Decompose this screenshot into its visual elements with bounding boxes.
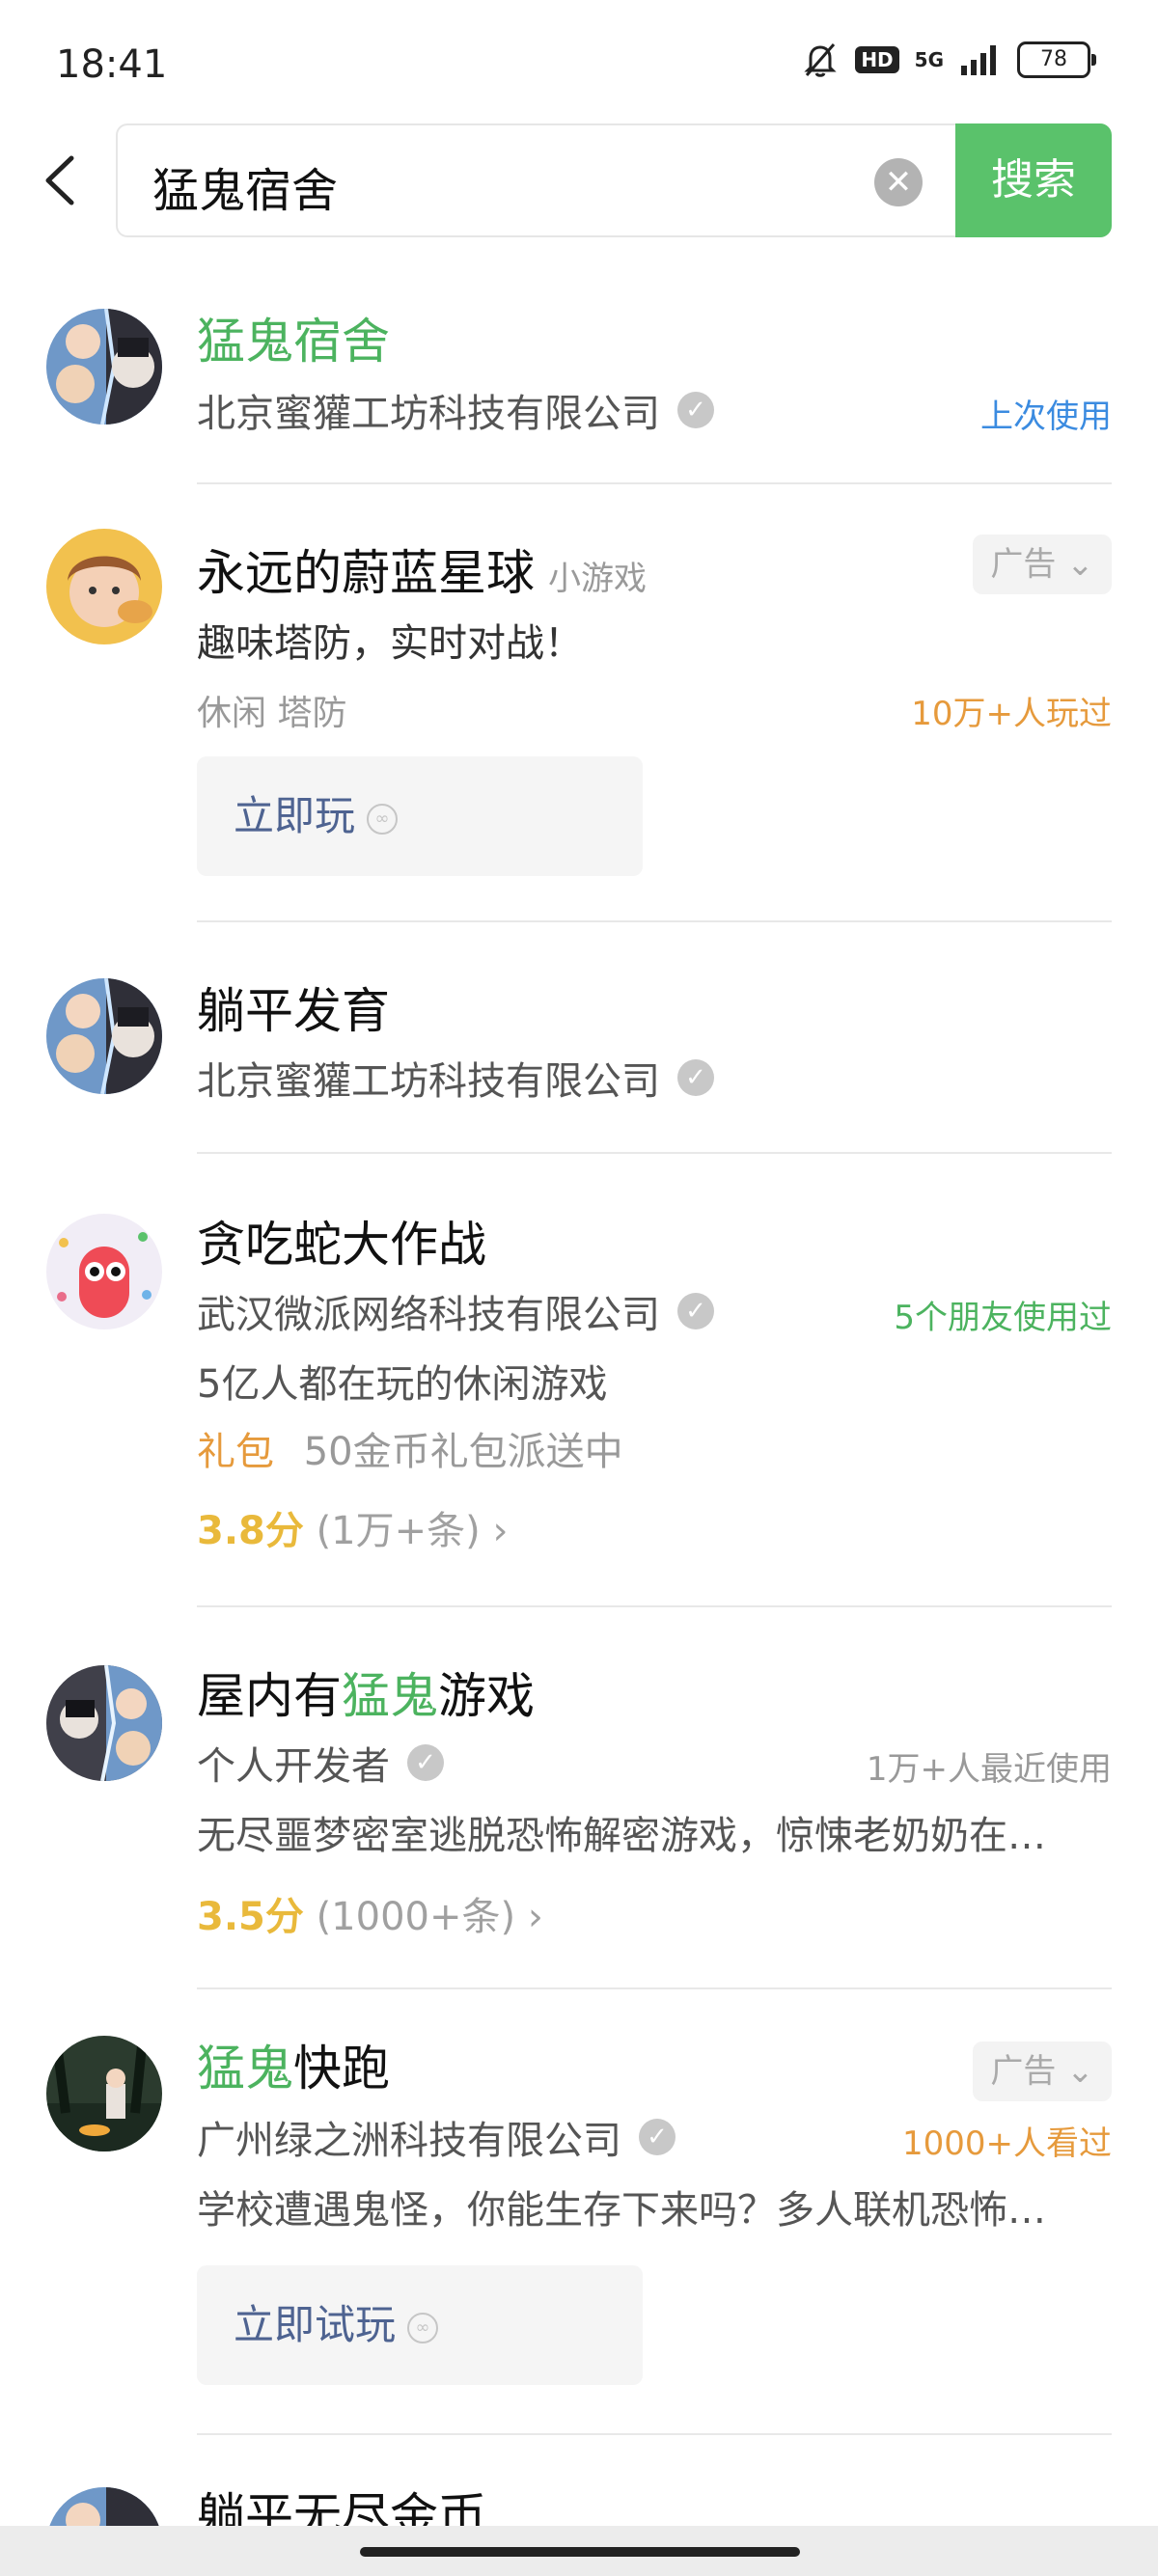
battery-icon: 78: [1017, 41, 1096, 78]
developer-row: 广州绿之洲科技有限公司 ✓: [197, 2109, 676, 2165]
verified-icon: ✓: [677, 1059, 714, 1096]
result-item[interactable]: 屋内有猛鬼游戏 个人开发者 ✓ 1万+人最近使用 无尽噩梦密室逃脱恐怖解密游戏，…: [0, 1658, 1158, 1986]
back-arrow-icon[interactable]: [39, 154, 81, 206]
developer-name: 广州绿之洲科技有限公司: [197, 2119, 621, 2163]
game-avatar: [46, 1665, 162, 1781]
verified-icon: ✓: [639, 2119, 676, 2155]
divider: [197, 1605, 1112, 1607]
status-icons: HD 5G 78: [801, 41, 1096, 79]
try-play-button[interactable]: 立即试玩 ∞: [197, 2265, 643, 2385]
game-avatar: [46, 529, 162, 644]
category-text: 休闲 塔防: [197, 694, 347, 733]
status-time: 18:41: [56, 42, 168, 87]
game-avatar: [46, 2036, 162, 2151]
result-title: 永远的蔚蓝星球 小游戏: [197, 545, 647, 601]
home-indicator[interactable]: [360, 2547, 800, 2557]
mini-program-icon: ∞: [407, 2312, 439, 2343]
clear-icon[interactable]: ✕: [874, 158, 923, 206]
developer-name: 北京蜜獾工坊科技有限公司: [197, 392, 660, 436]
result-title: 猛鬼宿舍: [197, 314, 390, 370]
result-desc: 趣味塔防，实时对战！: [197, 621, 583, 666]
review-count: (1000+条): [316, 1895, 516, 1939]
play-count: 10万+人玩过: [911, 695, 1112, 733]
search-input[interactable]: 猛鬼宿舍 ✕: [116, 123, 955, 237]
result-item[interactable]: 贪吃蛇大作战 武汉微派网络科技有限公司 ✓ 5个朋友使用过 5亿人都在玩的休闲游…: [0, 1206, 1158, 1592]
score: 3.8分: [197, 1509, 304, 1553]
mini-program-icon: ∞: [367, 803, 399, 835]
divider: [197, 482, 1112, 484]
status-bar: 18:41 HD 5G 78: [0, 0, 1158, 125]
play-now-button[interactable]: 立即玩 ∞: [197, 756, 643, 876]
mini-game-tag: 小游戏: [548, 560, 647, 598]
hd-badge: HD: [855, 46, 899, 73]
search-button[interactable]: 搜索: [955, 123, 1112, 237]
developer-name: 北京蜜獾工坊科技有限公司: [197, 1059, 660, 1104]
review-count: (1万+条): [316, 1509, 481, 1553]
divider: [197, 920, 1112, 922]
chevron-right-icon: ›: [527, 1895, 543, 1939]
developer-row: 武汉微派网络科技有限公司 ✓: [197, 1283, 714, 1339]
last-used-label: 上次使用: [980, 397, 1112, 436]
divider: [197, 1152, 1112, 1154]
verified-icon: ✓: [677, 1293, 714, 1329]
chevron-right-icon: ›: [492, 1509, 509, 1553]
rating-row[interactable]: 3.8分 (1万+条) ›: [197, 1499, 508, 1555]
recent-users-label: 1万+人最近使用: [866, 1750, 1112, 1789]
verified-icon: ✓: [407, 1744, 444, 1781]
gift-label: 礼包: [197, 1430, 274, 1474]
gift-row: 礼包 50金币礼包派送中: [197, 1420, 1110, 1476]
game-avatar: [46, 1214, 162, 1329]
result-item[interactable]: 永远的蔚蓝星球 小游戏 广告 ⌄ 趣味塔防，实时对战！ 休闲 塔防 10万+人玩过…: [0, 529, 1158, 895]
result-title: 躺平无尽金币: [197, 2488, 486, 2526]
result-desc: 学校遭遇鬼怪，你能生存下来吗？多人联机恐怖…: [197, 2188, 1046, 2233]
view-count: 1000+人看过: [901, 2124, 1112, 2163]
signal-icon: [961, 45, 996, 75]
divider: [197, 2433, 1112, 2435]
game-avatar: [46, 978, 162, 1094]
game-avatar: [46, 2487, 162, 2526]
result-title: 屋内有猛鬼游戏: [197, 1668, 535, 1724]
developer-row: 个人开发者 ✓: [197, 1735, 444, 1791]
result-item[interactable]: 躺平无尽金币: [0, 2480, 1158, 2526]
developer-row: 北京蜜獾工坊科技有限公司 ✓: [197, 1050, 714, 1106]
ad-tag[interactable]: 广告 ⌄: [973, 534, 1112, 594]
ad-tag[interactable]: 广告 ⌄: [973, 2042, 1112, 2101]
result-item[interactable]: 猛鬼宿舍 北京蜜獾工坊科技有限公司 ✓ 上次使用: [0, 289, 1158, 482]
result-desc: 无尽噩梦密室逃脱恐怖解密游戏，惊悚老奶奶在…: [197, 1814, 1046, 1858]
result-desc: 5亿人都在玩的休闲游戏: [197, 1362, 608, 1407]
friends-used-label: 5个朋友使用过: [894, 1299, 1112, 1337]
network-label: 5G: [914, 48, 944, 71]
developer-name: 个人开发者: [197, 1744, 390, 1789]
result-item[interactable]: 躺平发育 北京蜜獾工坊科技有限公司 ✓: [0, 974, 1158, 1148]
gift-text: 50金币礼包派送中: [303, 1430, 623, 1474]
rating-row[interactable]: 3.5分 (1000+条) ›: [197, 1885, 543, 1941]
search-query: 猛鬼宿舍: [152, 164, 339, 218]
score: 3.5分: [197, 1895, 304, 1939]
result-item[interactable]: 猛鬼快跑 广告 ⌄ 广州绿之洲科技有限公司 ✓ 1000+人看过 学校遭遇鬼怪，…: [0, 2036, 1158, 2422]
result-title: 猛鬼快跑: [197, 2041, 390, 2096]
result-title: 贪吃蛇大作战: [197, 1217, 486, 1273]
game-avatar: [46, 309, 162, 425]
verified-icon: ✓: [677, 392, 714, 428]
developer-name: 武汉微派网络科技有限公司: [197, 1293, 660, 1337]
divider: [197, 1987, 1112, 1989]
mute-bell-icon: [804, 43, 837, 77]
developer-row: 北京蜜獾工坊科技有限公司 ✓: [197, 382, 714, 438]
result-title: 躺平发育: [197, 983, 390, 1039]
